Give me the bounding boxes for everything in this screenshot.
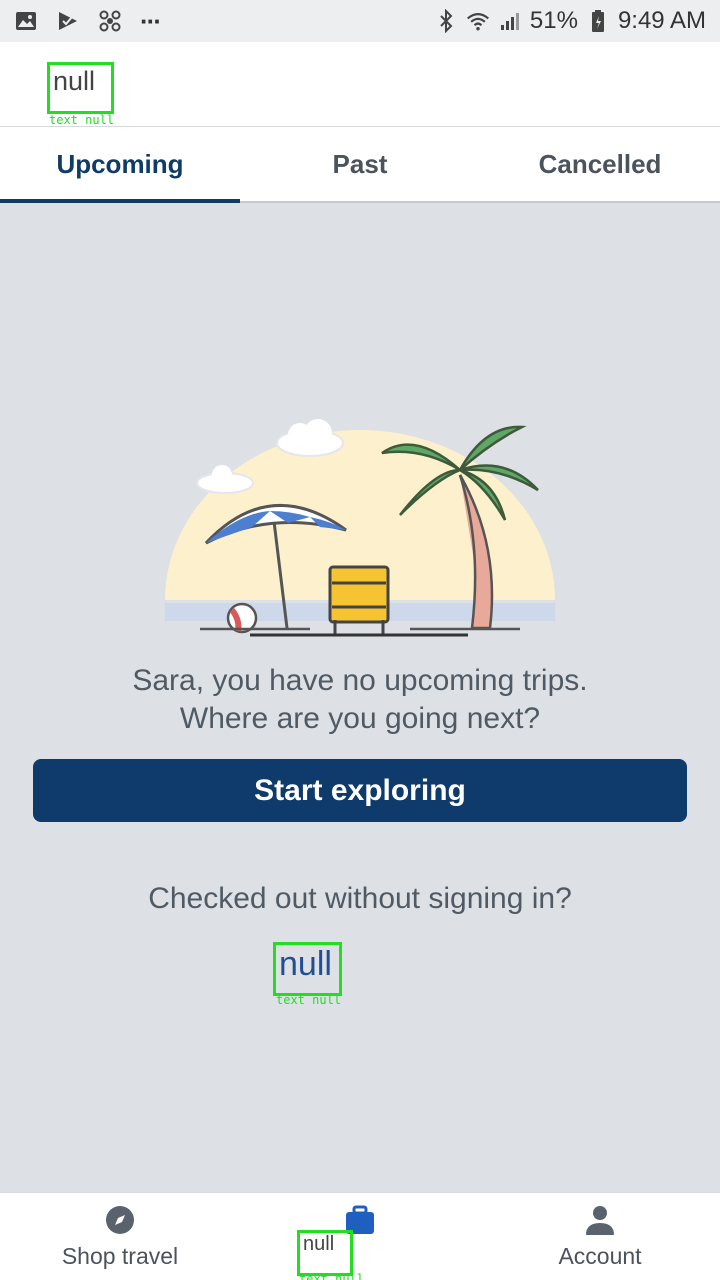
find-booking-link[interactable]: null: [273, 942, 342, 996]
signal-icon: [498, 9, 522, 33]
trip-tabs: Upcoming Past Cancelled: [0, 127, 720, 203]
nav-trips-label-annotation: text null: [299, 1272, 365, 1280]
find-booking-link-annotation: text null: [276, 993, 342, 1007]
check-send-icon: [56, 9, 80, 33]
status-bar-right: 51% 9:49 AM: [434, 7, 706, 35]
nav-shop-travel[interactable]: Shop travel: [0, 1193, 240, 1280]
empty-state-message: Sara, you have no upcoming trips. Where …: [0, 662, 720, 738]
nav-account[interactable]: Account: [480, 1193, 720, 1280]
clock: 9:49 AM: [617, 7, 706, 34]
tab-past[interactable]: Past: [240, 127, 480, 201]
image-icon: [14, 9, 38, 33]
beach-illustration: [165, 419, 555, 637]
fan-icon: [98, 9, 122, 33]
app-bar-title: null: [47, 62, 114, 114]
app-bar-title-annotation: text null: [49, 113, 115, 127]
bottom-nav: Shop travel null text null Account: [0, 1192, 720, 1280]
tab-upcoming[interactable]: Upcoming: [0, 127, 240, 203]
nav-trips[interactable]: null text null: [240, 1193, 480, 1280]
start-exploring-button[interactable]: Start exploring: [33, 759, 687, 822]
nav-trips-label: null: [297, 1230, 353, 1276]
message-line-2: Where are you going next?: [179, 702, 541, 735]
wifi-icon: [466, 9, 490, 33]
status-bar: ··· 51% 9:49 AM: [0, 0, 720, 42]
more-icon: ···: [140, 5, 162, 36]
status-bar-left: ···: [14, 5, 162, 37]
account-icon: [586, 1206, 614, 1235]
nav-account-label: Account: [558, 1243, 642, 1269]
tab-cancelled[interactable]: Cancelled: [480, 127, 720, 201]
message-line-1: Sara, you have no upcoming trips.: [132, 664, 588, 697]
cloud-icon: [276, 419, 344, 457]
nav-shop-travel-label: Shop travel: [61, 1243, 179, 1269]
compass-icon: [106, 1206, 134, 1234]
bluetooth-icon: [434, 9, 458, 33]
battery-percent: 51%: [529, 7, 578, 34]
signed-out-prompt: Checked out without signing in?: [148, 882, 572, 915]
app-bar: null text null: [0, 42, 720, 127]
battery-icon: [586, 9, 610, 33]
